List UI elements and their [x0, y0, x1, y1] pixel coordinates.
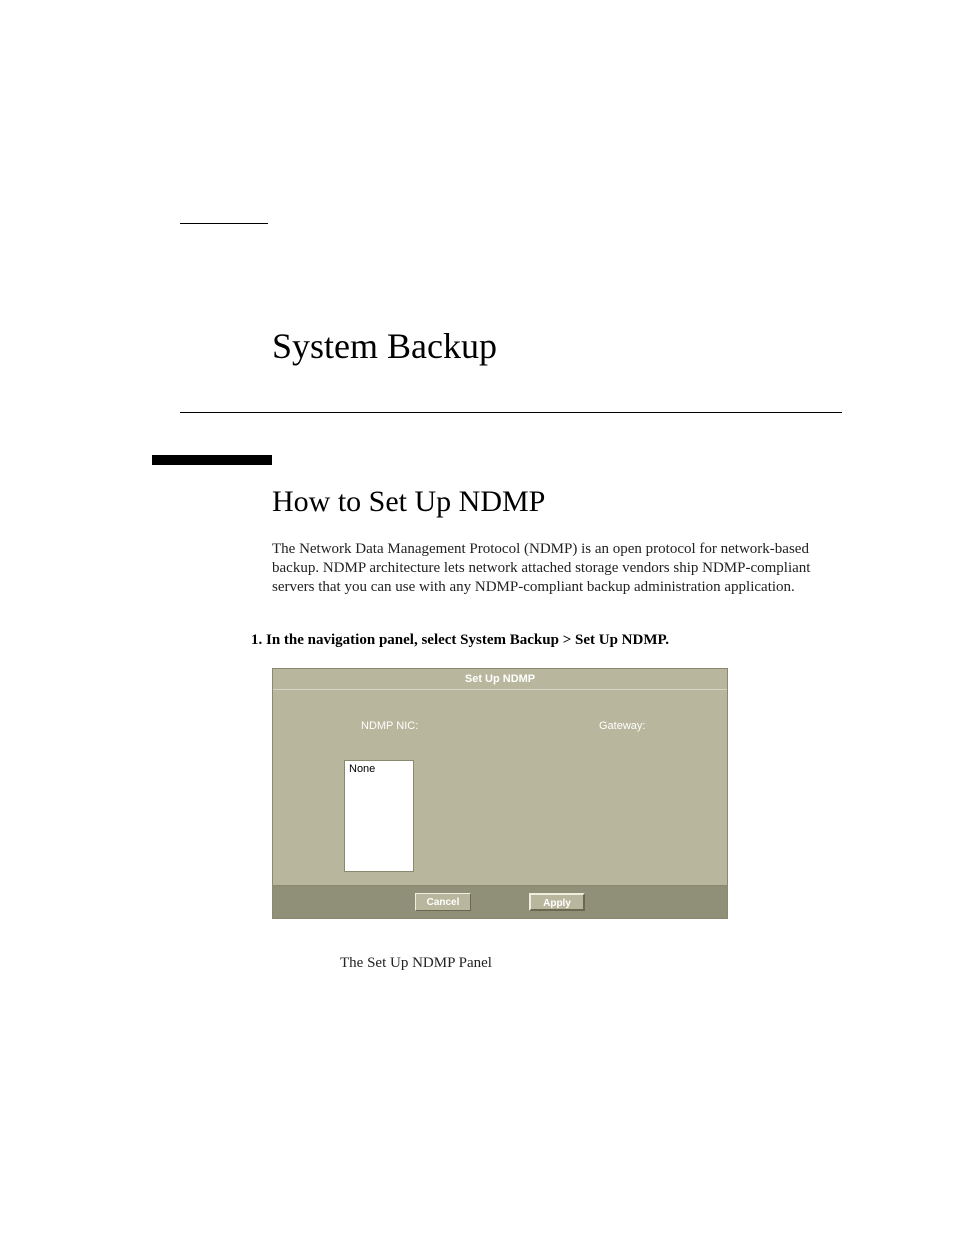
section-title: How to Set Up NDMP [272, 485, 545, 519]
panel-body: NDMP NIC: Gateway: None [273, 690, 727, 885]
section-bar [152, 455, 272, 465]
document-page: System Backup How to Set Up NDMP The Net… [0, 0, 954, 1235]
figure-caption: The Set Up NDMP Panel [340, 955, 492, 972]
apply-button[interactable]: Apply [529, 893, 585, 911]
ndmp-panel-figure: Set Up NDMP NDMP NIC: Gateway: None Canc… [272, 668, 728, 919]
step-number: 1. [251, 632, 262, 648]
step-text: In the navigation panel, select System B… [266, 632, 669, 648]
step-1: 1. In the navigation panel, select Syste… [251, 632, 842, 649]
section-body: The Network Data Management Protocol (ND… [272, 540, 842, 596]
panel-button-row: Cancel Apply [273, 885, 727, 918]
gateway-label: Gateway: [599, 720, 645, 732]
chapter-title: System Backup [272, 325, 497, 367]
rule-short [180, 223, 268, 224]
ndmp-nic-label: NDMP NIC: [361, 720, 418, 732]
ndmp-panel: Set Up NDMP NDMP NIC: Gateway: None Canc… [272, 668, 728, 919]
nic-listbox-item[interactable]: None [349, 763, 375, 775]
panel-title: Set Up NDMP [273, 669, 727, 690]
cancel-button[interactable]: Cancel [415, 893, 471, 911]
nic-listbox[interactable]: None [344, 760, 414, 872]
rule-full [180, 412, 842, 413]
